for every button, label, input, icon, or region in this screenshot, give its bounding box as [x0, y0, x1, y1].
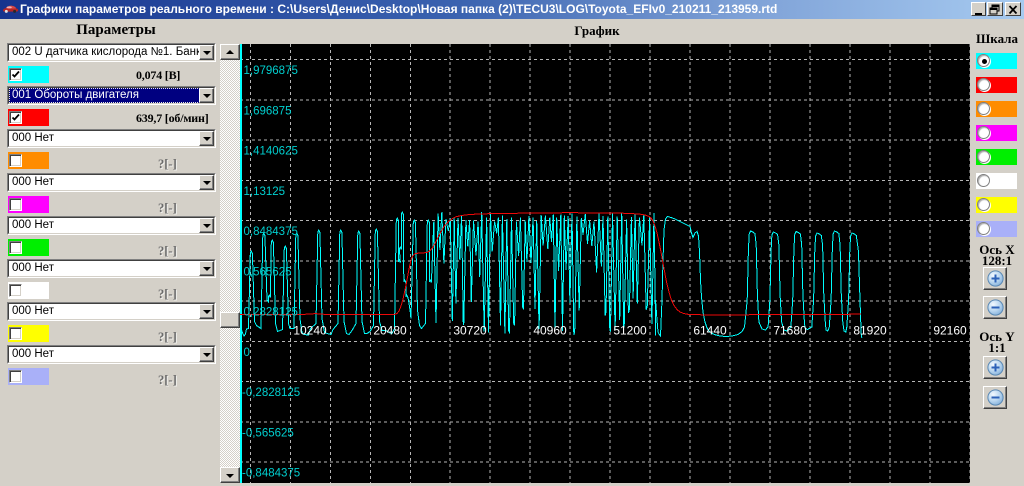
svg-text:0,565625: 0,565625 — [244, 266, 292, 278]
svg-text:61440: 61440 — [693, 324, 727, 338]
svg-text:51200: 51200 — [613, 324, 647, 338]
svg-text:1,9796875: 1,9796875 — [244, 65, 298, 77]
svg-text:92160: 92160 — [933, 324, 967, 338]
svg-text:20480: 20480 — [373, 324, 407, 338]
svg-text:71680: 71680 — [773, 324, 807, 338]
svg-text:1,13125: 1,13125 — [244, 186, 286, 198]
svg-text:40960: 40960 — [533, 324, 567, 338]
svg-text:0,8484375: 0,8484375 — [244, 226, 298, 238]
svg-text:-0,2828125: -0,2828125 — [242, 387, 300, 399]
svg-text:-0,565625: -0,565625 — [242, 427, 294, 439]
svg-text:0,2828125: 0,2828125 — [244, 307, 298, 319]
svg-text:10240: 10240 — [293, 324, 327, 338]
svg-text:1,4140625: 1,4140625 — [244, 146, 298, 158]
svg-text:1,696875: 1,696875 — [244, 105, 292, 117]
svg-text:-0,8484375: -0,8484375 — [242, 468, 300, 480]
svg-text:30720: 30720 — [453, 324, 487, 338]
svg-text:0: 0 — [244, 347, 250, 359]
svg-text:81920: 81920 — [853, 324, 887, 338]
